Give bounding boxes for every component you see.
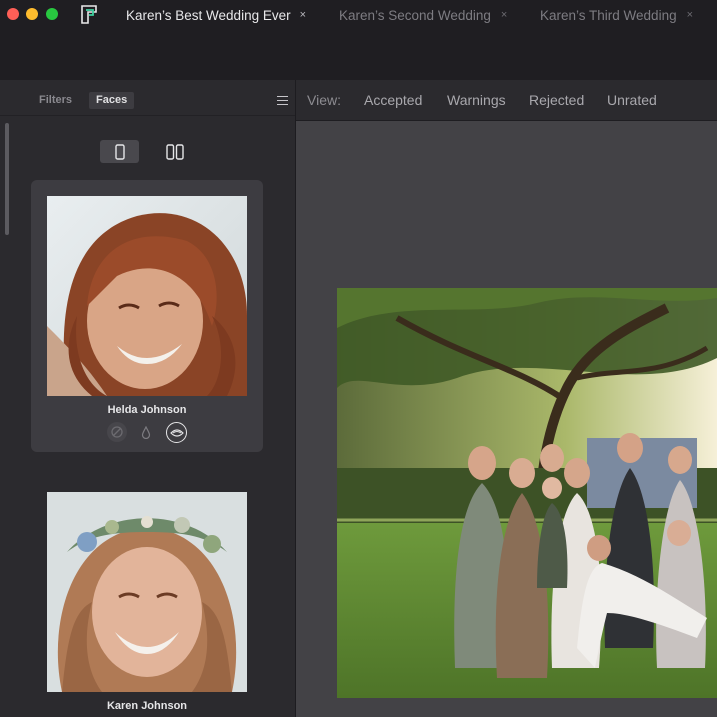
close-icon[interactable]: ×: [300, 9, 306, 21]
hamburger-icon[interactable]: [277, 96, 288, 108]
tab-filters[interactable]: Filters: [32, 92, 79, 109]
title-bar: Karen’s Best Wedding Ever × Karen’s Seco…: [0, 0, 717, 80]
view-filter-bar: View: Accepted Warnings Rejected Unrated: [296, 80, 717, 121]
tab-karens-best-wedding-ever[interactable]: Karen’s Best Wedding Ever ×: [126, 0, 306, 30]
tab-label: Karen’s Second Wedding: [339, 7, 491, 23]
single-column-icon: [114, 143, 125, 160]
view-filter-unrated[interactable]: Unrated: [607, 92, 657, 108]
face-card[interactable]: Helda Johnson: [31, 180, 263, 452]
tab-karens-second-wedding[interactable]: Karen’s Second Wedding ×: [339, 0, 507, 30]
two-column-button[interactable]: [155, 140, 194, 163]
app-logo-icon: [81, 5, 97, 24]
single-column-button[interactable]: [100, 140, 139, 163]
sidebar-scrollbar[interactable]: [5, 123, 9, 235]
face-thumbnail[interactable]: [47, 196, 247, 396]
face-status-icons: [31, 422, 263, 444]
zoom-window-button[interactable]: [46, 8, 58, 20]
tab-label: Karen’s Best Wedding Ever: [126, 7, 291, 23]
eye-icon[interactable]: [166, 422, 187, 443]
face-name: Helda Johnson: [107, 404, 187, 416]
close-icon[interactable]: ×: [687, 9, 693, 21]
view-filter-warnings[interactable]: Warnings: [447, 92, 506, 108]
tab-label: Karen’s Third Wedding: [540, 7, 677, 23]
main-view: View: Accepted Warnings Rejected Unrated: [296, 80, 717, 717]
main-photo[interactable]: [337, 288, 717, 698]
drop-icon[interactable]: [136, 422, 156, 442]
close-icon[interactable]: ×: [501, 9, 507, 21]
sidebar: Filters Faces Helda Johnson Karen Johnso…: [0, 80, 296, 717]
view-filter-accepted[interactable]: Accepted: [364, 92, 422, 108]
view-label: View:: [307, 92, 341, 108]
no-blink-icon[interactable]: [107, 422, 127, 442]
tab-karens-third-wedding[interactable]: Karen’s Third Wedding ×: [540, 0, 693, 30]
close-window-button[interactable]: [7, 8, 19, 20]
tab-faces[interactable]: Faces: [89, 92, 135, 109]
two-column-icon: [165, 143, 184, 160]
face-name: Karen Johnson: [106, 700, 188, 712]
minimize-window-button[interactable]: [26, 8, 38, 20]
face-thumbnail[interactable]: [47, 492, 247, 692]
sidebar-tab-bar: Filters Faces: [0, 80, 295, 116]
face-card[interactable]: Karen Johnson: [31, 478, 263, 717]
view-filter-rejected[interactable]: Rejected: [529, 92, 584, 108]
